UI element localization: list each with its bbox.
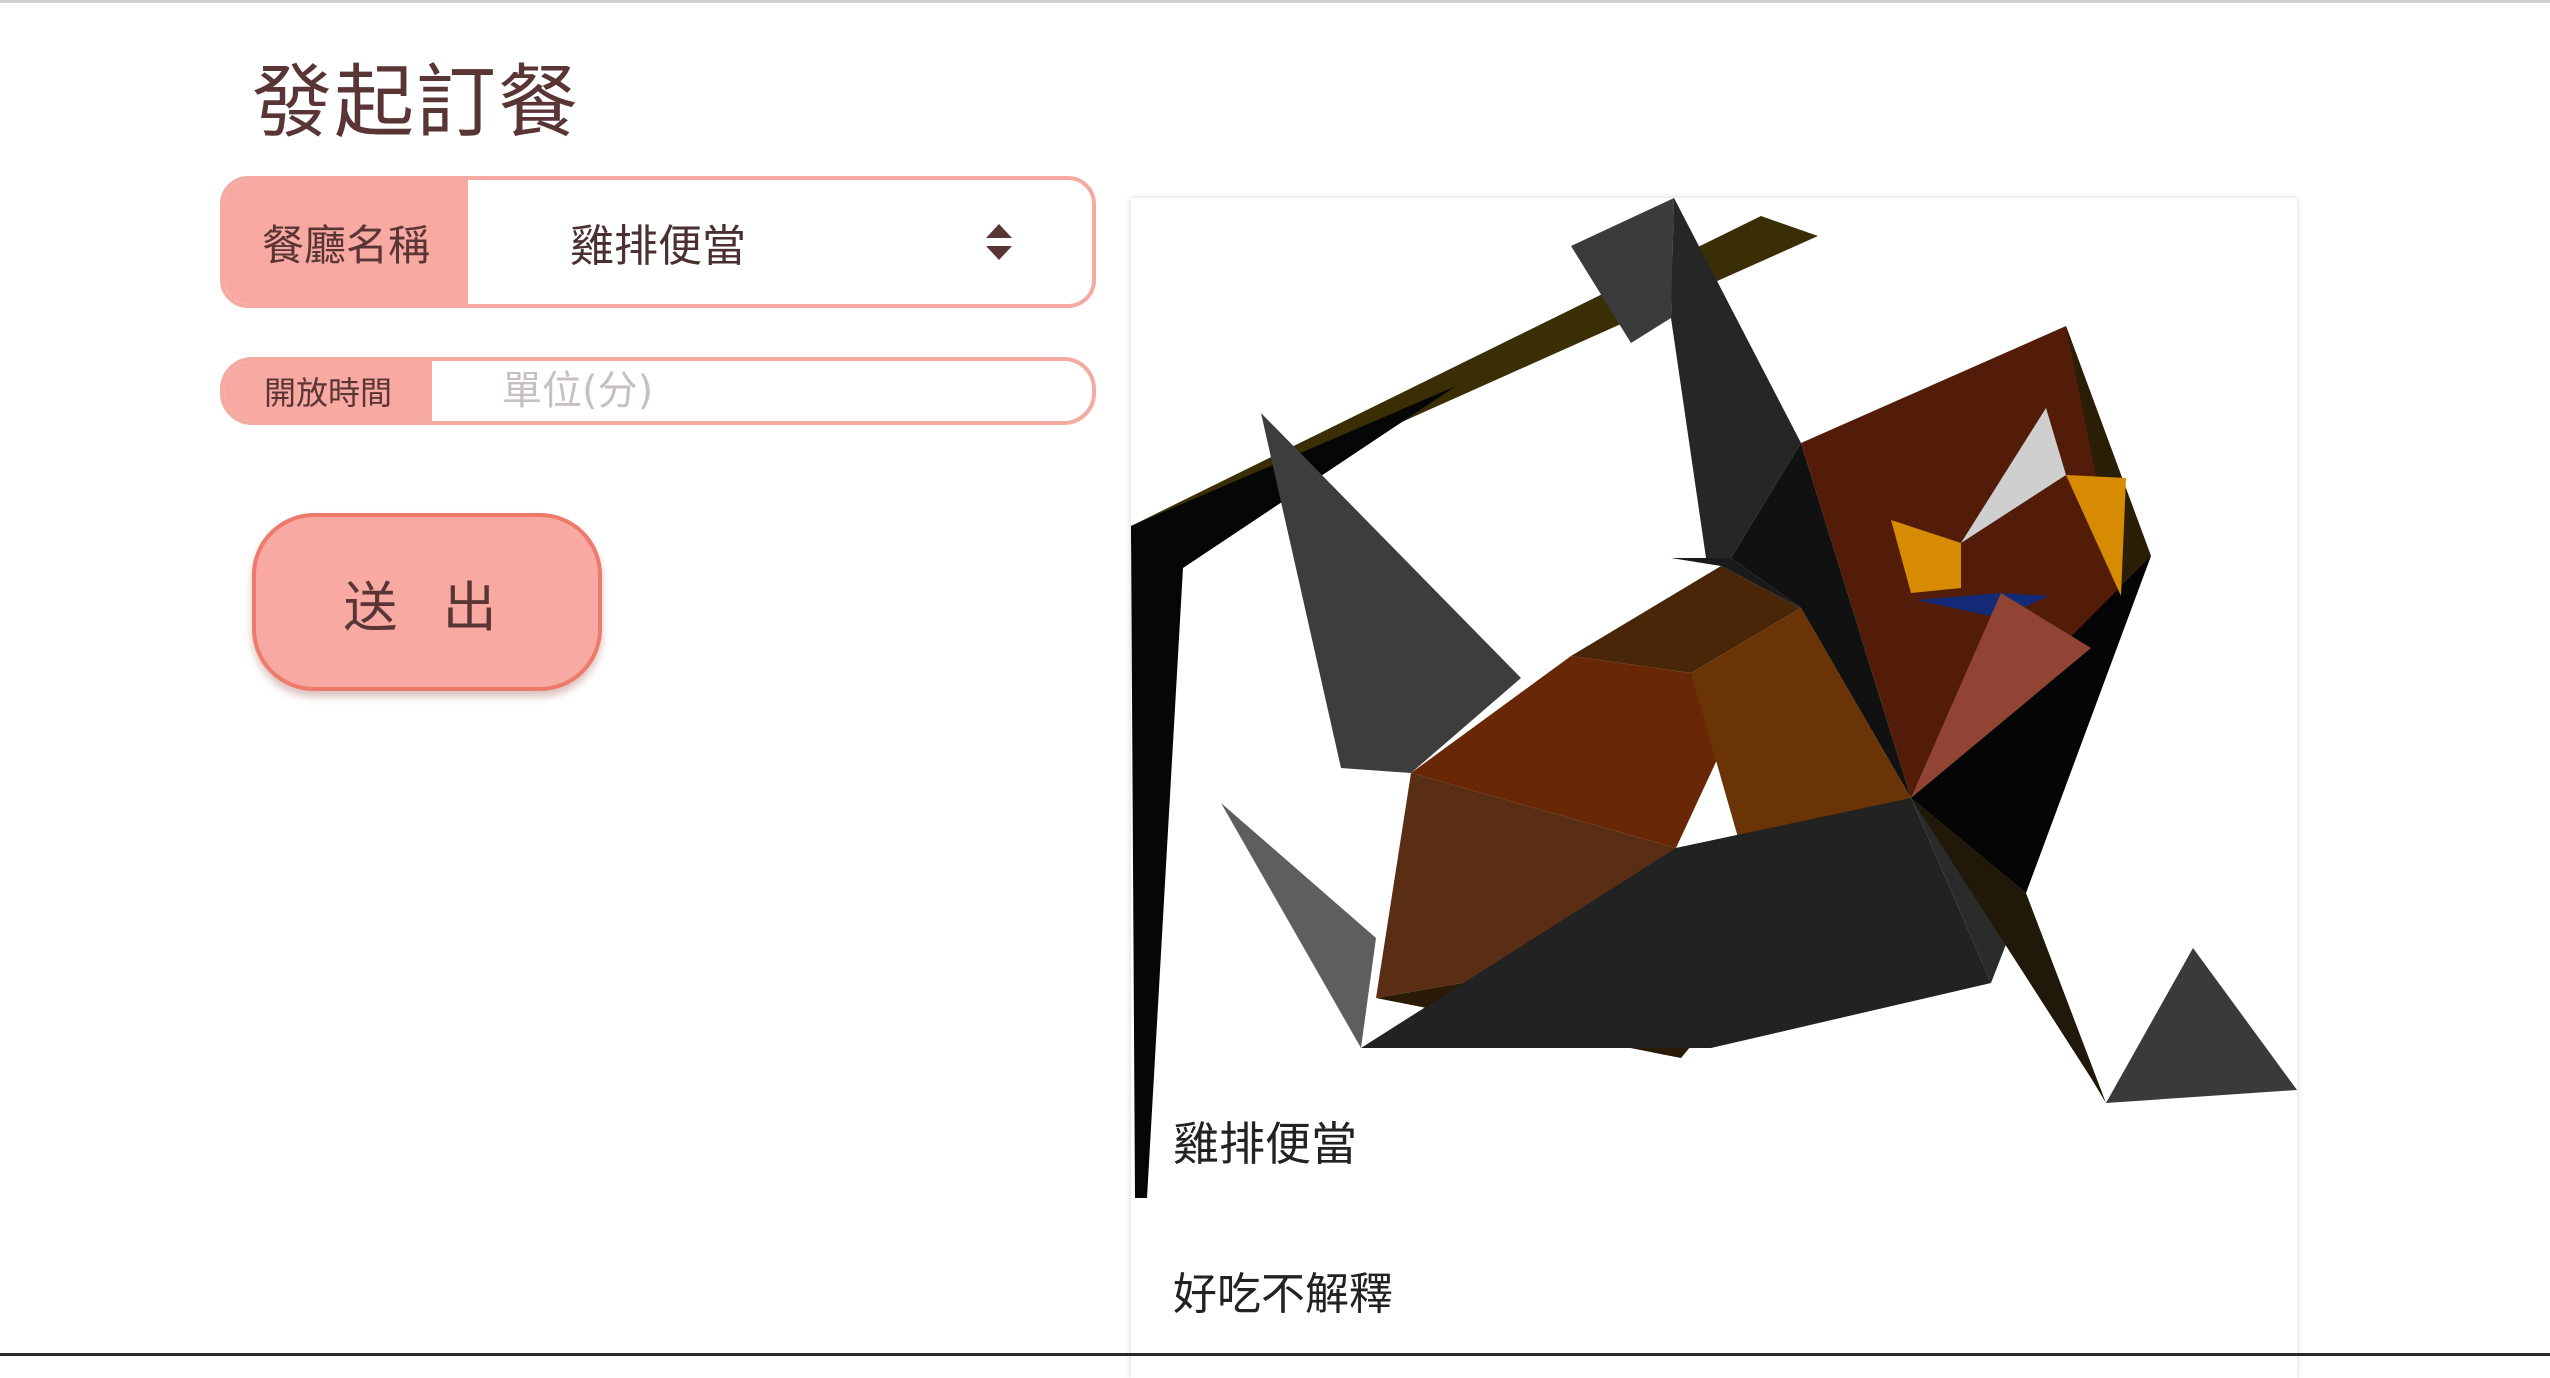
page-title: 發起訂餐 xyxy=(252,56,580,149)
restaurant-name: 雞排便當 xyxy=(1173,1117,1357,1171)
restaurant-field: 餐廳名稱 雞排便當 xyxy=(220,176,1096,308)
restaurant-select[interactable]: 雞排便當 xyxy=(468,180,1092,304)
open-time-input[interactable] xyxy=(432,361,1092,421)
restaurant-card: 雞排便當 好吃不解釋 xyxy=(1131,198,2297,1378)
open-time-field: 開放時間 xyxy=(220,357,1096,425)
sort-arrows-icon xyxy=(986,224,1012,260)
submit-button[interactable]: 送 出 xyxy=(252,513,602,691)
restaurant-image xyxy=(1131,198,2297,1198)
restaurant-label: 餐廳名稱 xyxy=(224,180,468,304)
restaurant-selected-value: 雞排便當 xyxy=(570,221,746,272)
top-border xyxy=(0,0,2550,3)
restaurant-description: 好吃不解釋 xyxy=(1173,1269,1393,1320)
open-time-label: 開放時間 xyxy=(224,361,432,421)
